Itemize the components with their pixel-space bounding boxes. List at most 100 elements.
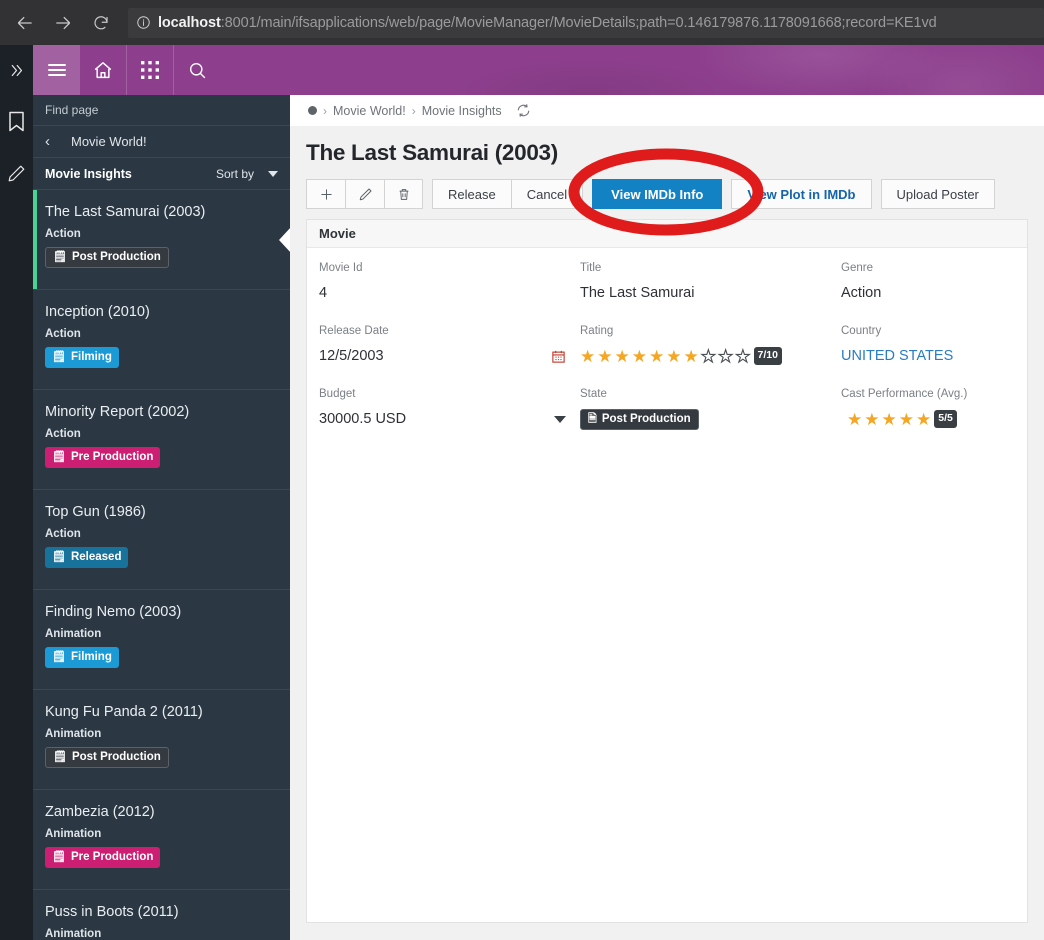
rating-star-7[interactable]: ★ bbox=[684, 348, 699, 365]
app-navigation-bar bbox=[33, 45, 1044, 95]
grid-apps-icon[interactable] bbox=[127, 45, 174, 95]
rating-star-3[interactable]: ★ bbox=[615, 348, 630, 365]
movie-title: Top Gun (1986) bbox=[45, 504, 146, 520]
movie-title: Zambezia (2012) bbox=[45, 804, 155, 820]
list-item[interactable]: Zambezia (2012) Animation 🗒 Pre Production bbox=[33, 790, 290, 890]
delete-record-button[interactable] bbox=[384, 179, 423, 209]
field-rating: Rating ★ ★ ★ ★ ★ ★ ★ ★ ★ ★ 7/10 bbox=[580, 325, 841, 366]
filled-circle-icon[interactable] bbox=[308, 106, 317, 115]
rating-value[interactable]: ★ ★ ★ ★ ★ ★ ★ ★ ★ ★ 7/10 bbox=[580, 346, 827, 366]
hamburger-menu-icon[interactable] bbox=[33, 45, 80, 95]
movie-form-card: Movie Movie Id 4 Title The Last Samurai … bbox=[306, 219, 1028, 923]
sidebar-back-row[interactable]: ‹ Movie World! bbox=[33, 126, 290, 158]
browser-chrome: localhost:8001/main/ifsapplications/web/… bbox=[0, 0, 1044, 45]
home-icon[interactable] bbox=[80, 45, 127, 95]
movie-title: Kung Fu Panda 2 (2011) bbox=[45, 704, 203, 720]
budget-input[interactable]: 30000.5 USD bbox=[319, 409, 566, 429]
field-budget: Budget 30000.5 USD bbox=[319, 388, 580, 430]
genre-value[interactable]: Action bbox=[841, 283, 1001, 303]
state-badge-icon: 🗒 bbox=[53, 251, 67, 263]
budget-label: Budget bbox=[319, 388, 356, 400]
bookmark-icon[interactable] bbox=[0, 95, 33, 147]
list-item[interactable]: Finding Nemo (2003) Animation 🗒 Filming bbox=[33, 590, 290, 690]
release-button[interactable]: Release bbox=[432, 179, 511, 209]
state-badge-label: Post Production bbox=[601, 412, 691, 425]
edit-record-button[interactable] bbox=[345, 179, 384, 209]
find-page-field[interactable]: Find page bbox=[33, 95, 290, 126]
rating-star-10[interactable]: ★ bbox=[735, 347, 751, 365]
rating-stars[interactable]: ★ ★ ★ ★ ★ ★ ★ ★ ★ ★ bbox=[580, 347, 751, 365]
rating-star-8[interactable]: ★ bbox=[700, 347, 716, 365]
rating-star-6[interactable]: ★ bbox=[666, 348, 681, 365]
movie-genre: Action bbox=[45, 228, 81, 240]
rating-star-1[interactable]: ★ bbox=[580, 348, 595, 365]
new-record-button[interactable] bbox=[306, 179, 345, 209]
cast-star-1[interactable]: ★ bbox=[847, 411, 862, 428]
state-badge-icon: 🗒 bbox=[53, 751, 67, 763]
arrow-right-icon[interactable] bbox=[46, 6, 80, 40]
cast-star-4[interactable]: ★ bbox=[899, 411, 914, 428]
cancel-button[interactable]: Cancel bbox=[510, 179, 584, 209]
caret-down-icon[interactable] bbox=[268, 170, 278, 177]
release-date-input[interactable]: 12/5/2003 bbox=[319, 346, 566, 366]
rating-score-badge: 7/10 bbox=[753, 347, 782, 365]
cast-star-2[interactable]: ★ bbox=[864, 411, 879, 428]
field-genre: Genre Action bbox=[841, 262, 1015, 303]
sort-by-label[interactable]: Sort by bbox=[216, 167, 254, 181]
movie-id-value[interactable]: 4 bbox=[319, 283, 566, 303]
cast-star-5[interactable]: ★ bbox=[916, 411, 931, 428]
calendar-icon[interactable] bbox=[551, 349, 566, 364]
left-rail-top bbox=[0, 45, 33, 95]
view-plot-in-imdb-button[interactable]: View Plot in IMDb bbox=[731, 179, 872, 209]
cast-star-3[interactable]: ★ bbox=[882, 411, 897, 428]
url-host: localhost bbox=[158, 14, 221, 31]
breadcrumb: › Movie World! › Movie Insights bbox=[290, 95, 1044, 126]
reload-icon[interactable] bbox=[84, 6, 118, 40]
list-item[interactable]: Inception (2010) Action 🗒 Filming bbox=[33, 290, 290, 390]
page-title: The Last Samurai (2003) bbox=[306, 140, 558, 165]
breadcrumb-item-movie-insights[interactable]: Movie Insights bbox=[422, 104, 502, 118]
refresh-icon[interactable] bbox=[516, 103, 531, 118]
list-item[interactable]: Minority Report (2002) Action 🗒 Pre Product… bbox=[33, 390, 290, 490]
field-movie-id: Movie Id 4 bbox=[319, 262, 580, 303]
status-badge: 🗒 Pre Production bbox=[45, 447, 161, 468]
rating-star-5[interactable]: ★ bbox=[649, 348, 664, 365]
chevron-left-icon[interactable]: ‹ bbox=[45, 133, 71, 150]
double-chevron-right-icon[interactable] bbox=[0, 45, 33, 95]
status-badge: 🗒 Released bbox=[45, 547, 129, 568]
status-badge: 🗒 Filming bbox=[45, 647, 119, 668]
rating-star-4[interactable]: ★ bbox=[632, 348, 647, 365]
edit-pencil-icon[interactable] bbox=[0, 147, 33, 199]
view-imdb-info-button[interactable]: View IMDb Info bbox=[592, 179, 723, 209]
arrow-left-icon[interactable] bbox=[8, 6, 42, 40]
movie-genre: Animation bbox=[45, 628, 102, 640]
breadcrumb-separator-1: › bbox=[323, 103, 327, 118]
form-grid: Movie Id 4 Title The Last Samurai Genre … bbox=[307, 248, 1027, 452]
status-badge: 🗒 Post Production bbox=[45, 747, 169, 768]
list-item[interactable]: The Last Samurai (2003) Action 🗒 Post Produ… bbox=[33, 190, 290, 290]
address-bar[interactable]: localhost:8001/main/ifsapplications/web/… bbox=[128, 7, 1044, 38]
cast-performance-score-badge: 5/5 bbox=[934, 410, 957, 428]
movie-genre: Action bbox=[45, 428, 81, 440]
upload-poster-button[interactable]: Upload Poster bbox=[880, 179, 995, 209]
country-value[interactable]: UNITED STATES bbox=[841, 346, 1001, 366]
state-badge-icon: 🗒 bbox=[52, 551, 66, 563]
list-item[interactable]: Puss in Boots (2011) Animation bbox=[33, 890, 290, 940]
genre-label: Genre bbox=[841, 262, 873, 274]
movie-genre: Animation bbox=[45, 728, 102, 740]
address-bar-url: localhost:8001/main/ifsapplications/web/… bbox=[158, 15, 937, 31]
page-header: The Last Samurai (2003) Release Cancel V… bbox=[290, 126, 1044, 219]
caret-down-icon[interactable] bbox=[554, 415, 566, 423]
title-value[interactable]: The Last Samurai bbox=[580, 283, 827, 303]
info-circle-icon[interactable] bbox=[128, 8, 158, 38]
list-item[interactable]: Kung Fu Panda 2 (2011) Animation 🗒 Post Pro… bbox=[33, 690, 290, 790]
rating-star-2[interactable]: ★ bbox=[597, 348, 612, 365]
list-item[interactable]: Top Gun (1986) Action 🗒 Released bbox=[33, 490, 290, 590]
sidebar-header: Movie Insights Sort by bbox=[33, 158, 290, 190]
rating-star-9[interactable]: ★ bbox=[717, 347, 733, 365]
search-icon[interactable] bbox=[174, 45, 221, 95]
breadcrumb-item-movie-world[interactable]: Movie World! bbox=[333, 104, 406, 118]
movie-id-label: Movie Id bbox=[319, 262, 363, 274]
status-badge: 🗎 Post Production bbox=[580, 409, 699, 430]
status-badge-label: Pre Production bbox=[70, 850, 154, 863]
